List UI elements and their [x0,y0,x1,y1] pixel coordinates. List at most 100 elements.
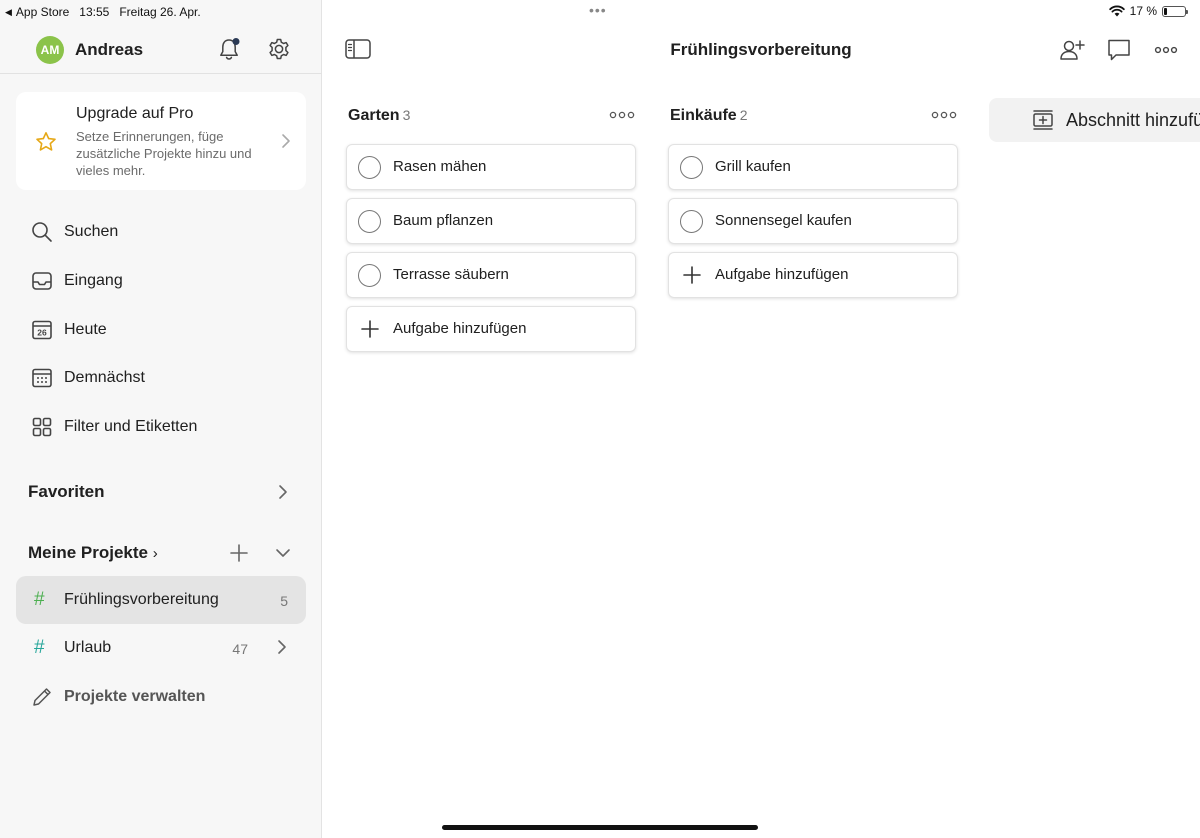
add-section-label: Abschnitt hinzufügen [1066,110,1200,130]
inbox-icon [32,272,52,290]
section-more-icon[interactable] [608,108,636,122]
sidebar-item-search[interactable]: Suchen [16,212,306,252]
sidebar-item-label: Heute [64,321,107,338]
status-bar-left: ◀ App Store 13:55 Freitag 26. Apr. [5,5,201,19]
section-header: Garten 3 [346,104,636,130]
add-task-button[interactable]: Aufgabe hinzufügen [346,306,636,352]
calendar-upcoming-icon [32,368,52,388]
project-label: Urlaub [64,639,112,656]
sidebar-item-label: Demnächst [64,369,145,386]
task-complete-checkbox[interactable] [358,210,381,233]
sidebar-item-filters[interactable]: Filter und Etiketten [16,407,306,447]
add-project-button[interactable] [228,542,250,564]
task-title: Baum pflanzen [393,212,494,229]
sidebar-item-inbox[interactable]: Eingang [16,261,306,301]
section-more-icon[interactable] [930,108,958,122]
home-indicator[interactable] [442,825,758,830]
task-complete-checkbox[interactable] [358,156,381,179]
filters-grid-icon [32,417,52,437]
settings-gear-icon[interactable] [266,36,292,62]
sidebar-item-upcoming[interactable]: Demnächst [16,358,306,398]
task-card[interactable]: Rasen mähen [346,144,636,190]
section-count: 2 [739,107,748,123]
chevron-right-icon [282,134,290,148]
sidebar: AM Andreas Upgrade auf Pro Setze Erinner… [0,0,322,838]
plus-icon [361,320,379,338]
manage-projects-label: Projekte verwalten [64,688,206,705]
section-title[interactable]: Garten 3 [348,107,410,125]
share-add-person-icon[interactable] [1058,36,1086,64]
section-column-garten: Garten 3 Rasen mähen Baum pflanzen Terras… [346,104,636,352]
search-icon [32,222,52,242]
task-card[interactable]: Terrasse säubern [346,252,636,298]
wifi-icon [1108,5,1125,17]
project-item-fruehlingsvorbereitung[interactable]: # Frühlingsvorbereitung 5 [16,576,306,624]
status-bar: ◀ App Store 13:55 Freitag 26. Apr. ••• 1… [0,0,1200,24]
status-date: Freitag 26. Apr. [119,5,201,19]
my-projects-header[interactable]: Meine Projekte › [28,543,158,563]
project-count: 47 [232,641,248,657]
project-hash-icon: # [34,589,45,610]
avatar[interactable]: AM [36,36,64,64]
battery-fill [1164,7,1168,15]
back-to-app-link[interactable]: App Store [16,5,69,19]
task-complete-checkbox[interactable] [680,210,703,233]
pencil-icon [33,688,51,706]
more-options-icon[interactable] [1152,36,1180,64]
add-section-icon [1033,110,1053,130]
task-title: Terrasse säubern [393,266,509,283]
section-header: Einkäufe 2 [668,104,958,130]
manage-projects-button[interactable]: Projekte verwalten [16,673,306,721]
notification-dot [232,38,240,45]
battery-percent: 17 % [1129,4,1157,18]
multitask-handle[interactable]: ••• [589,2,607,18]
task-card[interactable]: Baum pflanzen [346,198,636,244]
user-header: AM Andreas [0,32,322,74]
upgrade-description: Setze Erinnerungen, füge zusätzliche Pro… [76,129,252,178]
star-icon [36,132,56,151]
add-task-label: Aufgabe hinzufügen [393,320,527,337]
task-title: Grill kaufen [715,158,791,175]
task-card[interactable]: Sonnensegel kaufen [668,198,958,244]
section-title-text: Einkäufe [670,107,737,124]
sidebar-item-today[interactable]: 26 Heute [16,310,306,350]
notifications-bell-icon[interactable] [216,36,242,62]
add-section-button[interactable]: Abschnitt hinzufügen [989,98,1200,142]
my-projects-label: Meine Projekte [28,543,148,562]
comments-icon[interactable] [1105,36,1133,64]
project-item-urlaub[interactable]: # Urlaub 47 [16,624,306,672]
section-count: 3 [402,107,411,123]
chevron-right-icon[interactable] [276,483,290,501]
back-arrow-icon[interactable]: ◀ [5,7,12,18]
project-label: Frühlingsvorbereitung [64,591,219,608]
task-title: Rasen mähen [393,158,487,175]
board-view: Frühlingsvorbereitung Garten 3 Rasen mäh… [322,0,1200,838]
chevron-down-icon[interactable] [273,544,293,562]
upgrade-pro-card[interactable]: Upgrade auf Pro Setze Erinnerungen, füge… [16,92,306,190]
section-column-einkaeufe: Einkäufe 2 Grill kaufen Sonnensegel kaufe… [668,104,958,298]
status-time: 13:55 [79,5,110,19]
section-title-text: Garten [348,107,400,124]
project-hash-icon: # [34,637,45,658]
task-card[interactable]: Grill kaufen [668,144,958,190]
chevron-right-small-icon: › [152,545,158,562]
task-title: Sonnensegel kaufen [715,212,852,229]
favorites-header[interactable]: Favoriten [28,482,105,502]
plus-icon [683,266,701,284]
add-task-label: Aufgabe hinzufügen [715,266,849,283]
calendar-today-icon: 26 [32,320,52,340]
upgrade-title: Upgrade auf Pro [76,105,194,122]
section-title[interactable]: Einkäufe 2 [670,107,747,125]
calendar-day-number: 26 [37,328,47,338]
battery-icon [1162,5,1188,17]
status-bar-right: 17 % [1108,4,1188,18]
sidebar-item-label: Suchen [64,223,119,240]
add-task-button[interactable]: Aufgabe hinzufügen [668,252,958,298]
user-name[interactable]: Andreas [75,40,143,60]
project-count: 5 [280,593,288,609]
task-complete-checkbox[interactable] [358,264,381,287]
chevron-right-icon[interactable] [276,639,288,655]
task-complete-checkbox[interactable] [680,156,703,179]
sidebar-item-label: Eingang [64,272,123,289]
sidebar-item-label: Filter und Etiketten [64,418,198,435]
